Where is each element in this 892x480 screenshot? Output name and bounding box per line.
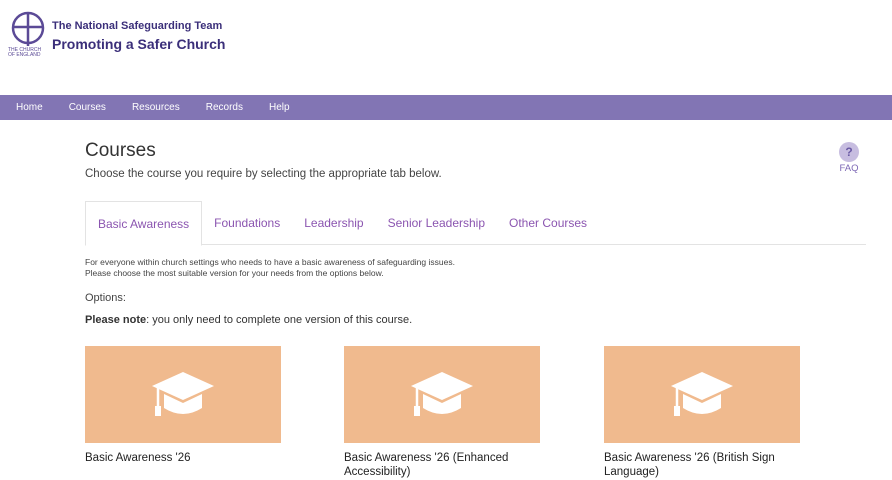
site-logo[interactable]: THE CHURCH OF ENGLAND The National Safeg… (8, 10, 225, 62)
course-card-image[interactable] (604, 346, 800, 443)
logo-tagline: Promoting a Safer Church (52, 36, 226, 52)
description-line-2: Please choose the most suitable version … (85, 268, 384, 278)
nav-item-home[interactable]: Home (16, 102, 43, 113)
description-line-1: For everyone within church settings who … (85, 257, 455, 267)
tab-basic-awareness[interactable]: Basic Awareness (85, 201, 203, 246)
course-description: For everyone within church settings who … (85, 257, 685, 279)
course-card-basic-awareness[interactable]: Basic Awareness '26 (85, 346, 281, 465)
tab-leadership[interactable]: Leadership (292, 201, 375, 244)
main-nav: Home Courses Resources Records Help (0, 95, 892, 120)
faq-label: FAQ (839, 163, 859, 174)
nav-item-courses[interactable]: Courses (69, 102, 106, 113)
graduation-cap-icon (411, 371, 473, 416)
site-header: THE CHURCH OF ENGLAND The National Safeg… (0, 0, 892, 95)
page-subtitle: Choose the course you require by selecti… (85, 168, 442, 180)
course-card-image[interactable] (85, 346, 281, 443)
nav-item-resources[interactable]: Resources (132, 102, 180, 113)
options-label: Options: (85, 292, 126, 304)
course-card-title[interactable]: Basic Awareness '26 (British Sign Langua… (604, 451, 800, 479)
course-card-enhanced-accessibility[interactable]: Basic Awareness '26 (Enhanced Accessibil… (344, 346, 540, 479)
nav-item-records[interactable]: Records (206, 102, 243, 113)
tab-senior-leadership[interactable]: Senior Leadership (376, 201, 497, 244)
nav-item-help[interactable]: Help (269, 102, 290, 113)
course-card-british-sign-language[interactable]: Basic Awareness '26 (British Sign Langua… (604, 346, 800, 479)
graduation-cap-icon (152, 371, 214, 416)
course-tabs: Basic Awareness Foundations Leadership S… (85, 201, 866, 246)
tab-other-courses[interactable]: Other Courses (497, 201, 599, 244)
graduation-cap-icon (671, 371, 733, 416)
course-card-image[interactable] (344, 346, 540, 443)
tab-foundations[interactable]: Foundations (202, 201, 292, 244)
course-card-title[interactable]: Basic Awareness '26 (85, 451, 281, 465)
logo-team-name: The National Safeguarding Team (52, 20, 223, 32)
faq-button[interactable]: ? FAQ (836, 142, 862, 174)
page-title: Courses (85, 140, 156, 161)
note-text: Please note: you only need to complete o… (85, 314, 412, 326)
note-bold: Please note (85, 314, 147, 326)
church-of-england-text: THE CHURCH OF ENGLAND (8, 47, 42, 58)
help-icon: ? (839, 142, 859, 162)
course-card-title[interactable]: Basic Awareness '26 (Enhanced Accessibil… (344, 451, 540, 479)
church-of-england-cross-icon: THE CHURCH OF ENGLAND (8, 10, 48, 62)
note-rest: : you only need to complete one version … (146, 314, 413, 326)
